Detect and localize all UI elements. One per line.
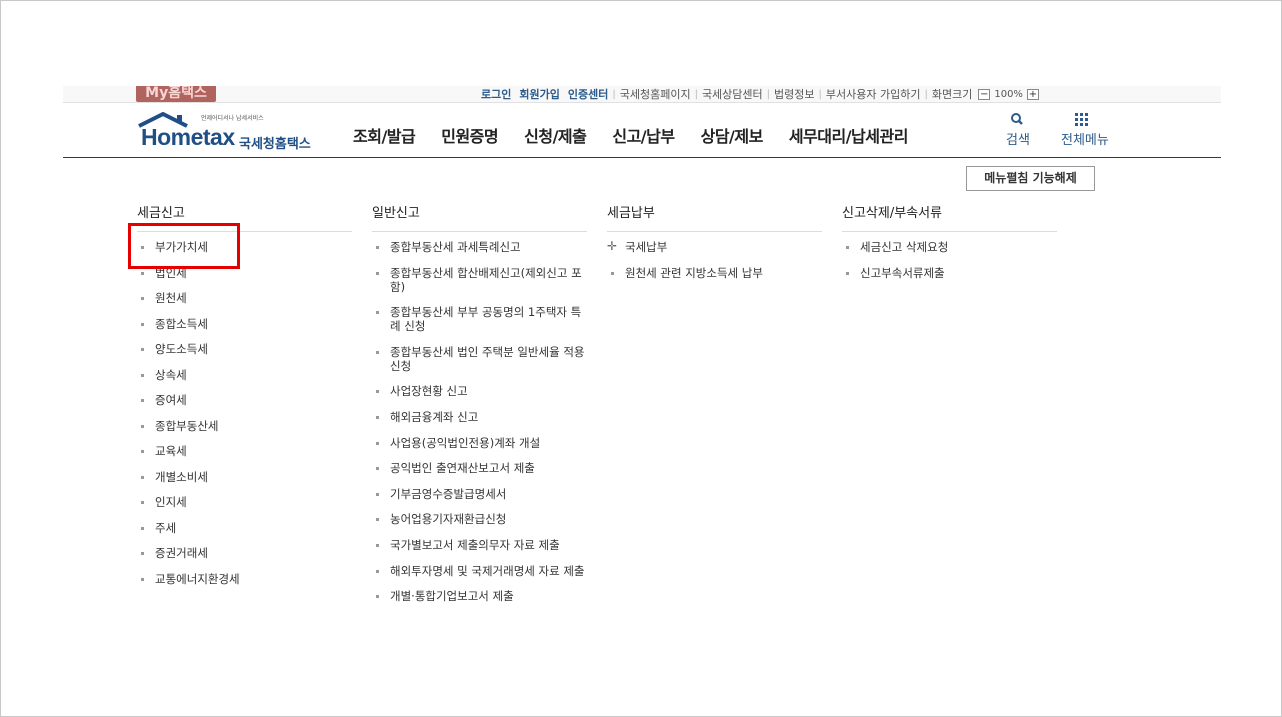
menu-item[interactable]: 종합부동산세 법인 주택분 일반세율 적용 신청 (372, 345, 587, 373)
dept-user-signup-link[interactable]: 부서사용자 가입하기 (822, 86, 925, 102)
zoom-value: 100% (994, 88, 1023, 100)
menu-item-national-tax-payment[interactable]: ✛ 국세납부 (607, 239, 822, 254)
menu-item[interactable]: 사업장현황 신고 (372, 384, 587, 398)
menu-item[interactable]: 기부금영수증발급명세서 (372, 487, 587, 501)
menu-item-local-income-tax-payment[interactable]: 원천세 관련 지방소득세 납부 (607, 266, 822, 280)
search-label: 검색 (1006, 133, 1030, 148)
global-nav: 조회/발급 민원증명 신청/제출 신고/납부 상담/제보 세무대리/납세관리 (353, 123, 934, 147)
zoom-in-button[interactable]: + (1026, 88, 1039, 100)
menu-item[interactable]: 개별·통합기업보고서 제출 (372, 589, 587, 603)
consult-center-link[interactable]: 국세상담센터 (698, 86, 767, 102)
my-hometax-tab[interactable]: My홈택스 (136, 86, 216, 102)
screen-size-label: 화면크기 (931, 88, 973, 101)
all-menu-label: 전체메뉴 (1061, 133, 1109, 148)
menu-item-liquor-tax[interactable]: 주세 (137, 521, 352, 535)
menu-item-transfer-income-tax[interactable]: 양도소득세 (137, 342, 352, 356)
menu-item[interactable]: 사업용(공익법인전용)계좌 개설 (372, 436, 587, 450)
column-title: 일반신고 (372, 202, 587, 232)
menu-item-income-tax[interactable]: 종합소득세 (137, 317, 352, 331)
law-info-link[interactable]: 법령정보 (770, 86, 818, 102)
all-menu-button[interactable]: 전체메뉴 (1061, 111, 1109, 148)
menu-column-general-report: 일반신고 종합부동산세 과세특례신고 종합부동산세 합산배제신고(제외신고 포함… (372, 202, 587, 615)
menu-item[interactable]: 해외금융계좌 신고 (372, 410, 587, 424)
menu-item[interactable]: 공익법인 출연재산보고서 제출 (372, 461, 587, 475)
menu-item-comprehensive-real-estate-tax[interactable]: 종합부동산세 (137, 419, 352, 433)
menu-item[interactable]: 해외투자명세 및 국제거래명세 자료 제출 (372, 564, 587, 578)
gnb-report-pay[interactable]: 신고/납부 (612, 123, 675, 147)
menu-item-education-tax[interactable]: 교육세 (137, 444, 352, 458)
zoom-out-button[interactable]: − (978, 88, 991, 100)
column-title: 세금납부 (607, 202, 822, 232)
menu-item[interactable]: 국가별보고서 제출의무자 자료 제출 (372, 538, 587, 552)
grid-menu-icon (1075, 113, 1088, 126)
cert-center-link[interactable]: 인증센터 (564, 86, 612, 102)
menu-list: 세금신고 삭제요청 신고부속서류제출 (842, 240, 1057, 280)
signup-link[interactable]: 회원가입 (515, 86, 563, 102)
nts-homepage-link[interactable]: 국세청홈페이지 (616, 86, 695, 102)
menu-item-vat[interactable]: 부가가치세 (137, 240, 352, 254)
gnb-inquiry-issue[interactable]: 조회/발급 (353, 123, 416, 147)
menu-item-inheritance-tax[interactable]: 상속세 (137, 368, 352, 382)
menu-column-tax-report: 세금신고 부가가치세 법인세 원천세 종합소득세 양도소득세 상속세 증여세 종… (137, 202, 352, 597)
search-button[interactable]: 검색 (1003, 111, 1033, 148)
menu-column-report-delete: 신고삭제/부속서류 세금신고 삭제요청 신고부속서류제출 (842, 202, 1057, 291)
menu-item-withholding-tax[interactable]: 원천세 (137, 291, 352, 305)
menu-item-corporate-tax[interactable]: 법인세 (137, 266, 352, 280)
utility-bar: My홈택스 로그인 회원가입 인증센터 | 국세청홈페이지 | 국세상담센터 |… (63, 86, 1221, 103)
gnb-consult-report[interactable]: 상담/제보 (701, 123, 764, 147)
menu-item-securities-tax[interactable]: 증권거래세 (137, 546, 352, 560)
menu-item[interactable]: 종합부동산세 합산배제신고(제외신고 포함) (372, 266, 587, 294)
menu-item-attachment-submit[interactable]: 신고부속서류제출 (842, 266, 1057, 280)
menu-item[interactable]: 농어업용기자재환급신청 (372, 512, 587, 526)
menu-item-transport-energy-tax[interactable]: 교통에너지환경세 (137, 572, 352, 586)
logo-tagline: 언제어디서나 납세서비스 (201, 115, 264, 122)
gnb-civil-certificate[interactable]: 민원증명 (441, 123, 498, 147)
search-icon (1011, 113, 1023, 125)
menu-list: 부가가치세 법인세 원천세 종합소득세 양도소득세 상속세 증여세 종합부동산세… (137, 240, 352, 586)
menu-item-label: 국세납부 (625, 240, 668, 254)
login-link[interactable]: 로그인 (477, 86, 515, 102)
menu-item[interactable]: 종합부동산세 부부 공동명의 1주택자 특례 신청 (372, 305, 587, 333)
menu-column-tax-payment: 세금납부 ✛ 국세납부 원천세 관련 지방소득세 납부 (607, 202, 822, 291)
site-header: 언제어디서나 납세서비스 Hometax 국세청홈택스 조회/발급 민원증명 신… (63, 103, 1221, 158)
menu-expand-disable-button[interactable]: 메뉴펼침 기능해제 (966, 166, 1095, 191)
expand-plus-icon: ✛ (607, 239, 618, 253)
utility-links: 로그인 회원가입 인증센터 | 국세청홈페이지 | 국세상담센터 | 법령정보 … (477, 86, 1041, 102)
menu-item-gift-tax[interactable]: 증여세 (137, 393, 352, 407)
column-title: 세금신고 (137, 202, 352, 232)
hometax-logo[interactable]: 언제어디서나 납세서비스 Hometax 국세청홈택스 (135, 109, 325, 153)
menu-item-individual-consumption-tax[interactable]: 개별소비세 (137, 470, 352, 484)
logo-korean-text: 국세청홈택스 (239, 137, 311, 152)
gnb-tax-agent[interactable]: 세무대리/납세관리 (789, 123, 909, 147)
menu-list: 종합부동산세 과세특례신고 종합부동산세 합산배제신고(제외신고 포함) 종합부… (372, 240, 587, 603)
menu-item-stamp-tax[interactable]: 인지세 (137, 495, 352, 509)
menu-item[interactable]: 종합부동산세 과세특례신고 (372, 240, 587, 254)
menu-item-delete-request[interactable]: 세금신고 삭제요청 (842, 240, 1057, 254)
column-title: 신고삭제/부속서류 (842, 202, 1057, 232)
menu-list: ✛ 국세납부 원천세 관련 지방소득세 납부 (607, 239, 822, 280)
gnb-apply-submit[interactable]: 신청/제출 (524, 123, 587, 147)
logo-brand-text: Hometax (141, 124, 235, 150)
